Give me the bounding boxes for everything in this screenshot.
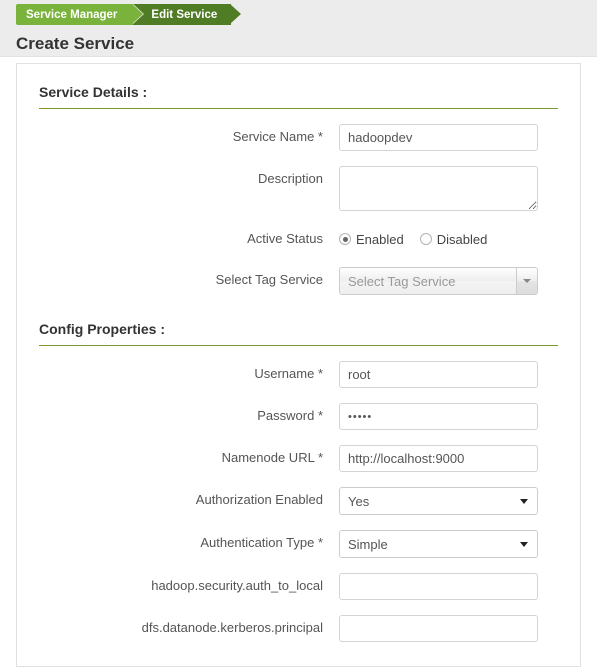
label-dfs-datanode-kerberos-principal: dfs.datanode.kerberos.principal <box>141 620 323 635</box>
section-heading-service-details: Service Details : <box>39 84 558 109</box>
select-tag-service-value: Select Tag Service <box>348 273 456 289</box>
label-username: Username * <box>254 366 323 381</box>
label-authentication-type: Authentication Type * <box>200 535 323 550</box>
field-row-select-tag-service: Select Tag Service Select Tag Service <box>17 267 580 295</box>
breadcrumb: Service Manager Edit Service <box>16 4 242 25</box>
hadoop-security-auth-to-local-input[interactable] <box>339 573 538 600</box>
field-row-authorization-enabled: Authorization Enabled Yes <box>17 487 580 515</box>
field-row-namenode-url: Namenode URL * <box>17 445 580 472</box>
description-textarea[interactable] <box>339 166 538 211</box>
service-name-input[interactable] <box>339 124 538 151</box>
section-heading-config-properties: Config Properties : <box>39 321 558 346</box>
chevron-down-icon[interactable] <box>516 268 537 294</box>
label-description: Description <box>257 171 323 186</box>
field-row-active-status: Active Status Enabled Disabled <box>17 226 580 252</box>
field-row-description: Description <box>17 166 580 211</box>
field-row-username: Username * <box>17 361 580 388</box>
field-row-service-name: Service Name * <box>17 124 580 151</box>
breadcrumb-item-edit-service[interactable]: Edit Service <box>133 4 242 25</box>
label-authorization-enabled: Authorization Enabled <box>195 492 323 507</box>
breadcrumb-item-service-manager[interactable]: Service Manager <box>16 4 144 25</box>
label-active-status: Active Status <box>247 231 323 246</box>
radio-label-enabled: Enabled <box>356 231 404 247</box>
radio-option-enabled[interactable]: Enabled <box>339 232 404 247</box>
page-title: Create Service <box>16 34 135 53</box>
active-status-radio-group: Enabled Disabled <box>339 226 574 252</box>
field-row-password: Password * <box>17 403 580 430</box>
breadcrumb-label: Service Manager <box>26 8 118 21</box>
label-service-name: Service Name * <box>232 129 323 144</box>
username-input[interactable] <box>339 361 538 388</box>
caret-down-icon <box>520 499 528 504</box>
radio-selected-icon[interactable] <box>339 233 351 245</box>
field-row-authentication-type: Authentication Type * Simple <box>17 530 580 558</box>
field-row-dfs-datanode-kerberos-principal: dfs.datanode.kerberos.principal <box>17 615 580 642</box>
create-service-form-panel: Service Details : Service Name * Descrip… <box>16 63 581 667</box>
dfs-datanode-kerberos-principal-input[interactable] <box>339 615 538 642</box>
namenode-url-input[interactable] <box>339 445 538 472</box>
label-password: Password * <box>257 408 323 423</box>
password-input[interactable] <box>339 403 538 430</box>
radio-option-disabled[interactable]: Disabled <box>419 231 488 247</box>
radio-unselected-icon[interactable] <box>419 233 432 245</box>
caret-down-icon <box>520 542 528 547</box>
breadcrumb-label: Edit Service <box>151 8 218 21</box>
panel-bottom-spacer <box>17 642 580 666</box>
authorization-enabled-select[interactable]: Yes <box>339 487 538 515</box>
label-namenode-url: Namenode URL * <box>221 450 323 465</box>
authentication-type-select[interactable]: Simple <box>339 530 538 558</box>
field-row-hadoop-security-auth-to-local: hadoop.security.auth_to_local <box>17 573 580 600</box>
select-tag-service-dropdown[interactable]: Select Tag Service <box>339 267 538 295</box>
radio-label-disabled: Disabled <box>436 231 488 247</box>
authorization-enabled-value: Yes <box>348 493 370 509</box>
authentication-type-value: Simple <box>348 536 388 552</box>
label-hadoop-security-auth-to-local: hadoop.security.auth_to_local <box>151 578 323 593</box>
label-select-tag-service: Select Tag Service <box>215 272 323 287</box>
